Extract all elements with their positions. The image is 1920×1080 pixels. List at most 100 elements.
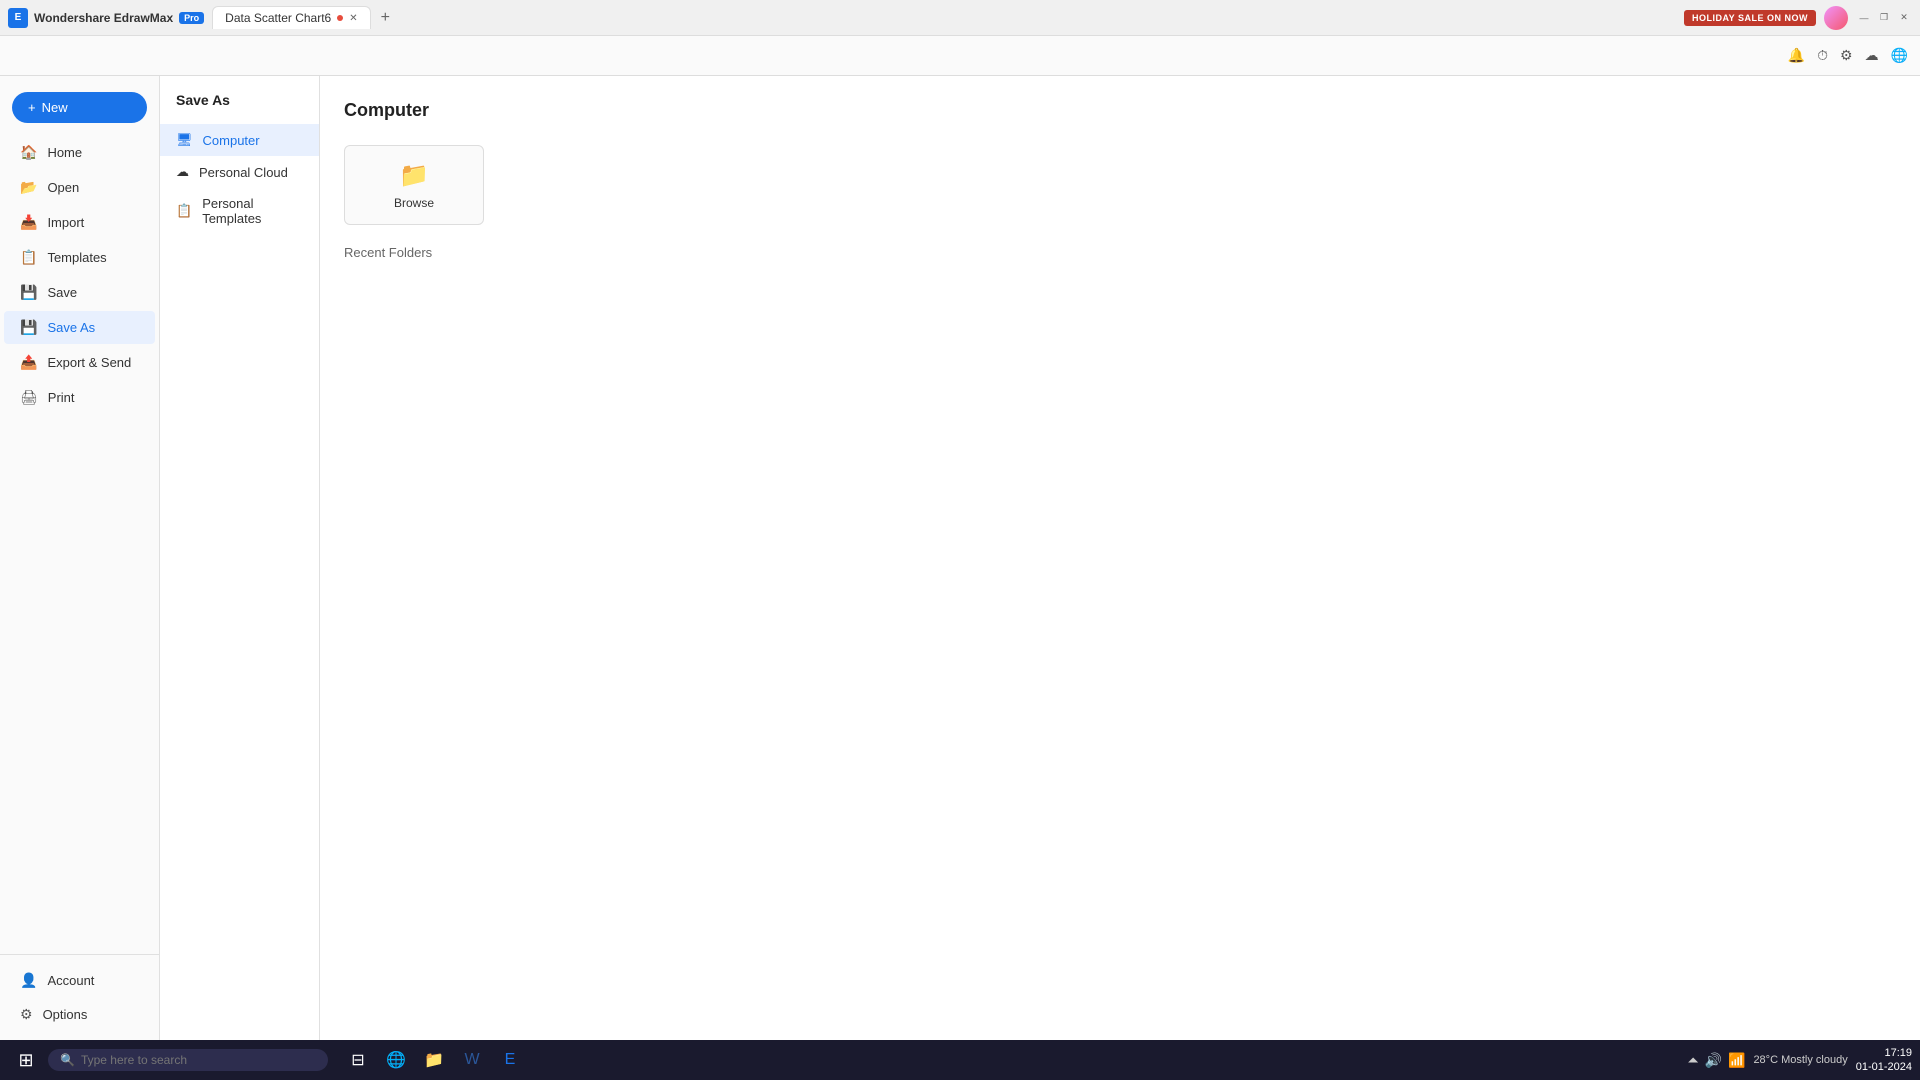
home-label: Home <box>47 145 82 160</box>
import-label: Import <box>47 215 84 230</box>
taskview-icon: ⊟ <box>351 1050 364 1070</box>
sidebar-item-options[interactable]: ⚙ Options <box>4 998 155 1031</box>
holiday-sale-button[interactable]: HOLIDAY SALE ON NOW <box>1684 10 1816 26</box>
sidebar-item-account[interactable]: 👤 Account <box>4 964 155 997</box>
taskbar-app-taskview[interactable]: ⊟ <box>340 1042 376 1078</box>
import-icon: 📥 <box>20 214 37 231</box>
timer-icon[interactable]: ⏱ <box>1817 47 1828 64</box>
sidebar-item-save-as[interactable]: 💾 Save As <box>4 311 155 344</box>
add-tab-button[interactable]: + <box>375 9 396 27</box>
taskbar-app-edraw[interactable]: E <box>492 1042 528 1078</box>
sidebar-item-open[interactable]: 📂 Open <box>4 171 155 204</box>
export-send-icon: 📤 <box>20 354 37 371</box>
titlebar: E Wondershare EdrawMax Pro Data Scatter … <box>0 0 1920 36</box>
window-controls: — ❐ ✕ <box>1856 10 1912 26</box>
taskbar-app-explorer[interactable]: 📁 <box>416 1042 452 1078</box>
secondary-item-personal-cloud[interactable]: ☁ Personal Cloud <box>160 156 319 188</box>
browse-label: Browse <box>394 196 434 210</box>
save-as-label: Save As <box>47 320 95 335</box>
computer-label: Computer <box>203 133 260 148</box>
weather-info: 28°C Mostly cloudy <box>1753 1054 1847 1066</box>
print-label: Print <box>48 390 75 405</box>
sidebar-item-export-send[interactable]: 📤 Export & Send <box>4 346 155 379</box>
export-send-label: Export & Send <box>47 355 131 370</box>
word-icon: W <box>464 1051 479 1069</box>
cloud-icon[interactable]: ☁ <box>1865 47 1879 64</box>
secondary-item-personal-templates[interactable]: 📋 Personal Templates <box>160 188 319 234</box>
secondary-sidebar-title: Save As <box>160 92 319 124</box>
sidebar-bottom: 👤 Account ⚙ Options <box>0 954 159 1032</box>
active-tab[interactable]: Data Scatter Chart6 ✕ <box>212 6 370 29</box>
start-icon: ⊞ <box>18 1050 33 1071</box>
save-label: Save <box>47 285 77 300</box>
content-title: Computer <box>344 100 1896 121</box>
globe-icon[interactable]: 🌐 <box>1891 47 1908 64</box>
main-content: Computer 📁 Browse Recent Folders <box>320 76 1920 1040</box>
titlebar-left: E Wondershare EdrawMax Pro Data Scatter … <box>8 6 396 29</box>
toolbar-icons: 🔔 ⏱ ⚙ ☁ 🌐 <box>1788 47 1908 64</box>
start-button[interactable]: ⊞ <box>8 1042 44 1078</box>
tab-bar: Data Scatter Chart6 ✕ + <box>212 6 396 29</box>
edge-icon: 🌐 <box>386 1050 406 1070</box>
main-layout: + New 🏠 Home 📂 Open 📥 Import 📋 Templates… <box>0 76 1920 1040</box>
sidebar-item-templates[interactable]: 📋 Templates <box>4 241 155 274</box>
computer-icon: 🖥 <box>176 132 193 148</box>
taskbar-app-word[interactable]: W <box>454 1042 490 1078</box>
close-button[interactable]: ✕ <box>1896 10 1912 26</box>
minimize-button[interactable]: — <box>1856 10 1872 26</box>
tab-modified-dot <box>337 15 343 21</box>
new-icon: + <box>28 100 36 115</box>
taskbar-right: ⏶ 🔊 📶 28°C Mostly cloudy 17:19 01-01-202… <box>1687 1046 1912 1075</box>
new-button[interactable]: + New <box>12 92 147 123</box>
folder-icon: 📁 <box>399 161 429 190</box>
app-logo-icon: E <box>8 8 28 28</box>
app-logo: E Wondershare EdrawMax Pro <box>8 8 204 28</box>
personal-cloud-label: Personal Cloud <box>199 165 288 180</box>
settings-icon[interactable]: ⚙ <box>1840 47 1853 64</box>
sidebar-item-print[interactable]: 🖨 Print <box>4 381 155 414</box>
personal-templates-label: Personal Templates <box>202 196 303 226</box>
sidebar-item-save[interactable]: 💾 Save <box>4 276 155 309</box>
taskbar-app-edge[interactable]: 🌐 <box>378 1042 414 1078</box>
home-icon: 🏠 <box>20 144 37 161</box>
personal-cloud-icon: ☁ <box>176 164 189 180</box>
taskbar-search-box[interactable]: 🔍 <box>48 1049 328 1071</box>
pro-badge: Pro <box>179 12 204 24</box>
toolbar: 🔔 ⏱ ⚙ ☁ 🌐 <box>0 36 1920 76</box>
print-icon: 🖨 <box>20 389 38 406</box>
open-icon: 📂 <box>20 179 37 196</box>
taskbar-system-icons: ⏶ 🔊 📶 <box>1687 1052 1745 1069</box>
volume-icon[interactable]: 🔊 <box>1705 1052 1722 1069</box>
templates-icon: 📋 <box>20 249 37 266</box>
notification-area-icon[interactable]: ⏶ <box>1687 1052 1698 1069</box>
options-label: Options <box>43 1007 88 1022</box>
taskbar-search-input[interactable] <box>81 1053 301 1067</box>
sidebar-item-home[interactable]: 🏠 Home <box>4 136 155 169</box>
secondary-item-computer[interactable]: 🖥 Computer <box>160 124 319 156</box>
secondary-sidebar: Save As 🖥 Computer ☁ Personal Cloud 📋 Pe… <box>160 76 320 1040</box>
personal-templates-icon: 📋 <box>176 203 192 219</box>
taskbar-clock[interactable]: 17:19 01-01-2024 <box>1856 1046 1912 1075</box>
notification-icon[interactable]: 🔔 <box>1788 47 1805 64</box>
save-as-icon: 💾 <box>20 319 37 336</box>
tab-label: Data Scatter Chart6 <box>225 11 331 25</box>
recent-folders-title: Recent Folders <box>344 245 1896 260</box>
browse-card[interactable]: 📁 Browse <box>344 145 484 225</box>
taskbar-search-icon: 🔍 <box>60 1053 75 1067</box>
taskbar-date-display: 01-01-2024 <box>1856 1060 1912 1074</box>
app-name: Wondershare EdrawMax <box>34 11 173 25</box>
account-icon: 👤 <box>20 972 37 989</box>
explorer-icon: 📁 <box>424 1050 444 1070</box>
network-icon[interactable]: 📶 <box>1728 1052 1745 1069</box>
templates-label: Templates <box>47 250 106 265</box>
titlebar-right: HOLIDAY SALE ON NOW — ❐ ✕ <box>1684 6 1912 30</box>
tab-close-button[interactable]: ✕ <box>349 13 357 24</box>
sidebar-item-import[interactable]: 📥 Import <box>4 206 155 239</box>
save-icon: 💾 <box>20 284 37 301</box>
taskbar: ⊞ 🔍 ⊟ 🌐 📁 W E ⏶ 🔊 📶 28°C Mostly cloudy 1… <box>0 1040 1920 1080</box>
new-label: New <box>42 100 68 115</box>
user-avatar[interactable] <box>1824 6 1848 30</box>
account-label: Account <box>47 973 94 988</box>
sidebar: + New 🏠 Home 📂 Open 📥 Import 📋 Templates… <box>0 76 160 1040</box>
maximize-button[interactable]: ❐ <box>1876 10 1892 26</box>
